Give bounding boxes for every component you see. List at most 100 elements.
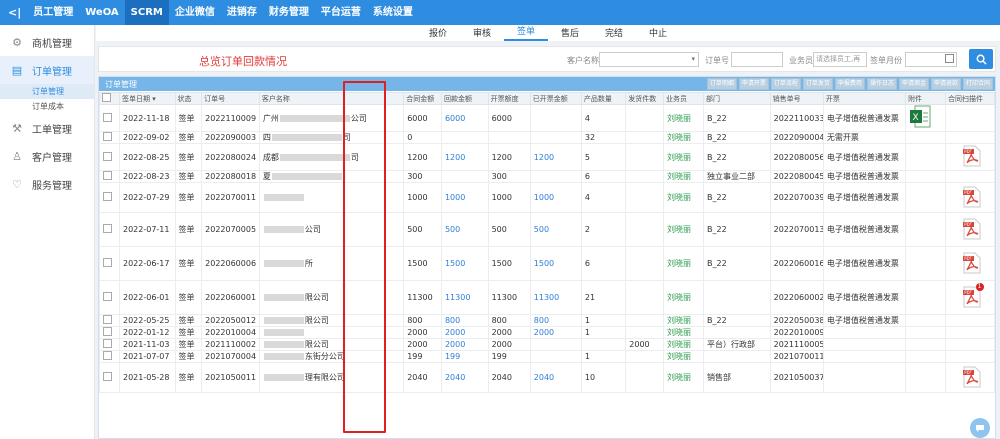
row-checkbox[interactable] <box>103 372 112 381</box>
pdf-file-icon[interactable]: PDF <box>962 218 981 240</box>
toolbar-button-0[interactable]: 订单明细 <box>706 78 737 90</box>
paid-amount-cell[interactable]: 500 <box>440 212 489 247</box>
row-checkbox[interactable] <box>103 327 112 336</box>
table-row[interactable]: 2021-05-28 签单 2021050011 理有限公司 2040 2040 2040 2… <box>99 362 995 393</box>
table-row[interactable]: 2022-09-02 签单 2022090003 四司 0 32 刘晓丽 B_22 202209… <box>99 131 995 144</box>
float-action-button[interactable] <box>970 418 990 438</box>
invoiced-amount-cell[interactable]: 1000 <box>529 182 582 213</box>
table-row[interactable]: 2022-05-25 签单 2022050012 限公司 800 800 800 800 1 刘晓… <box>99 314 995 327</box>
pdf-file-icon[interactable]: PDF <box>962 252 981 274</box>
select-all-checkbox[interactable] <box>102 93 111 102</box>
invoiced-amount-cell[interactable]: 11300 <box>529 280 582 315</box>
table-row[interactable]: 2022-01-12 签单 2022010004 2000 2000 2000 2000 1 刘… <box>99 326 995 339</box>
month-input[interactable] <box>905 52 957 67</box>
invoiced-amount-cell[interactable] <box>529 338 582 351</box>
customer-select[interactable]: ▾ <box>599 52 699 67</box>
paid-amount-cell[interactable] <box>440 131 489 144</box>
nav-item-0[interactable]: 员工管理 <box>27 0 79 25</box>
paid-amount-cell[interactable] <box>440 170 489 183</box>
row-checkbox[interactable] <box>103 292 112 301</box>
paid-amount-cell[interactable]: 199 <box>440 350 489 363</box>
invoiced-amount-cell[interactable] <box>529 131 582 144</box>
sidebar-subitem-0[interactable]: 订单管理 <box>0 84 94 99</box>
nav-item-4[interactable]: 进销存 <box>221 0 263 25</box>
paid-amount-cell[interactable]: 800 <box>440 314 489 327</box>
pdf-file-icon[interactable]: PDF <box>962 145 981 167</box>
paid-amount-cell[interactable]: 1200 <box>440 143 489 171</box>
toolbar-button-2[interactable]: 订单流程 <box>770 78 801 90</box>
toolbar-button-4[interactable]: 申报费用 <box>834 78 865 90</box>
sidebar-item-2[interactable]: ⚒ 工单管理 <box>0 114 94 142</box>
paid-amount-cell[interactable]: 2040 <box>440 362 489 393</box>
row-checkbox[interactable] <box>103 224 112 233</box>
ship-count-cell <box>625 362 665 393</box>
invoice-quota-cell: 11300 <box>487 280 531 315</box>
nav-item-5[interactable]: 财务管理 <box>263 0 315 25</box>
invoiced-amount-cell[interactable]: 2040 <box>529 362 582 393</box>
pdf-file-icon[interactable]: PDF <box>962 366 981 388</box>
table-row[interactable]: 2022-08-25 签单 2022080024 成都司 1200 1200 1200 120… <box>99 143 995 171</box>
tab-5[interactable]: 中止 <box>636 26 680 41</box>
row-checkbox[interactable] <box>103 351 112 360</box>
tab-1[interactable]: 审核 <box>460 26 504 41</box>
invoiced-amount-cell[interactable]: 500 <box>529 212 582 247</box>
table-row[interactable]: 2022-07-29 签单 2022070011 1000 1000 1000 1000 4 刘… <box>99 182 995 213</box>
table-row[interactable]: 2022-08-23 签单 2022080018 夏 300 300 6 刘晓丽 独立事业二部 2… <box>99 170 995 183</box>
tab-2[interactable]: 签单 <box>503 24 548 41</box>
invoiced-amount-cell[interactable] <box>529 170 582 183</box>
paid-amount-cell[interactable]: 2000 <box>440 326 489 339</box>
paid-amount-cell[interactable]: 1500 <box>440 246 489 281</box>
paid-amount-cell[interactable]: 6000 <box>440 104 489 132</box>
table-row[interactable]: 2021-11-03 签单 2021110002 限公司 2000 2000 2000 200… <box>99 338 995 351</box>
tab-0[interactable]: 报价 <box>416 26 460 41</box>
nav-item-3[interactable]: 企业微信 <box>169 0 221 25</box>
order-input[interactable] <box>731 52 783 67</box>
invoiced-amount-cell[interactable]: 1500 <box>529 246 582 281</box>
invoiced-amount-cell[interactable]: 2000 <box>529 326 582 339</box>
tab-3[interactable]: 售后 <box>548 26 592 41</box>
table-row[interactable]: 2022-07-11 签单 2022070005 公司 500 500 500 500 2 刘晓丽… <box>99 212 995 247</box>
invoiced-amount-cell[interactable]: 800 <box>529 314 582 327</box>
row-checkbox[interactable] <box>103 112 112 122</box>
table-row[interactable]: 2022-06-01 签单 2022060001 限公司 11300 11300 11300… <box>99 280 995 315</box>
row-checkbox[interactable] <box>103 171 112 180</box>
sidebar-item-0[interactable]: ⚙ 商机管理 <box>0 28 94 56</box>
paid-amount-cell[interactable]: 11300 <box>440 280 489 315</box>
invoiced-amount-cell[interactable] <box>529 350 582 363</box>
search-button[interactable] <box>969 49 993 69</box>
toolbar-button-1[interactable]: 申请开票 <box>738 78 769 90</box>
row-checkbox[interactable] <box>103 339 112 348</box>
row-checkbox[interactable] <box>103 315 112 324</box>
sidebar-item-4[interactable]: ♡ 服务管理 <box>0 170 94 198</box>
nav-item-1[interactable]: WeOA <box>79 0 124 25</box>
row-checkbox[interactable] <box>103 132 112 141</box>
row-checkbox[interactable] <box>103 151 112 161</box>
row-checkbox[interactable] <box>103 192 112 201</box>
toolbar-button-6[interactable]: 申请佣金 <box>898 78 929 90</box>
nav-item-2[interactable]: SCRM <box>124 0 169 25</box>
paid-amount-cell[interactable]: 2000 <box>440 338 489 351</box>
staff-input[interactable]: 请选择员工,再 <box>813 52 867 67</box>
tab-4[interactable]: 完结 <box>592 26 636 41</box>
table-row[interactable]: 2022-06-17 签单 2022060006 所 1500 1500 1500 1500 6… <box>99 246 995 281</box>
invoiced-amount-cell[interactable]: 1200 <box>529 143 582 171</box>
paid-amount-cell[interactable]: 1000 <box>440 182 489 213</box>
sidebar-item-1[interactable]: ▤ 订单管理 <box>0 56 94 84</box>
toolbar-button-5[interactable]: 操作日志 <box>866 78 897 90</box>
toolbar-button-8[interactable]: 打印合同 <box>962 78 993 90</box>
pdf-file-icon[interactable]: PDF <box>962 186 981 208</box>
table-row[interactable]: 2022-11-18 签单 2022110009 广州 公司 6000 6000 6000 4 刘… <box>99 104 995 132</box>
sidebar-item-3[interactable]: ♙ 客户管理 <box>0 142 94 170</box>
table-row[interactable]: 2021-07-07 签单 2021070004 东街分公司 199 199 199 1 刘晓丽… <box>99 350 995 363</box>
pdf-file-icon[interactable]: PDF 1 <box>962 282 984 308</box>
excel-file-icon[interactable]: X <box>909 105 931 130</box>
toolbar-button-3[interactable]: 订单发货 <box>802 78 833 90</box>
nav-item-7[interactable]: 系统设置 <box>367 0 419 25</box>
sidebar-subitem-1[interactable]: 订单成本 <box>0 99 94 114</box>
invoiced-amount-cell[interactable] <box>529 104 582 132</box>
back-icon[interactable]: <| <box>0 6 27 19</box>
toolbar-button-7[interactable]: 申请退款 <box>930 78 961 90</box>
column-header-1[interactable]: 签单日期 ▾ <box>118 92 176 105</box>
row-checkbox[interactable] <box>103 258 112 267</box>
nav-item-6[interactable]: 平台运营 <box>315 0 367 25</box>
